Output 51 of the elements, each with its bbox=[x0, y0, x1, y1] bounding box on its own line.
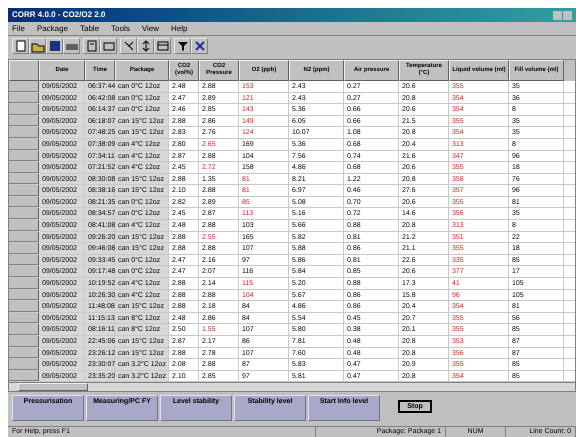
row-header[interactable] bbox=[9, 324, 39, 336]
row-header[interactable] bbox=[9, 232, 39, 242]
row-header[interactable] bbox=[9, 243, 39, 254]
cut-icon-button[interactable] bbox=[120, 38, 137, 54]
row-header[interactable] bbox=[9, 92, 39, 104]
row-header[interactable] bbox=[9, 290, 39, 300]
printer-icon-button[interactable] bbox=[63, 38, 80, 54]
row-header[interactable] bbox=[9, 220, 39, 231]
corner-header bbox=[9, 60, 39, 81]
cross-icon bbox=[192, 39, 206, 53]
menu-item[interactable]: Table bbox=[80, 24, 100, 32]
row-header[interactable] bbox=[9, 359, 39, 370]
row-header[interactable] bbox=[9, 301, 39, 312]
row-header[interactable] bbox=[9, 127, 39, 138]
table-icon-button[interactable] bbox=[154, 38, 171, 54]
page-icon bbox=[14, 39, 28, 53]
filter-icon bbox=[176, 39, 190, 53]
menu-item[interactable]: Tools bbox=[111, 24, 130, 32]
filter-icon-button[interactable] bbox=[174, 38, 191, 54]
row-header[interactable] bbox=[9, 150, 39, 162]
table-icon bbox=[156, 39, 170, 53]
row-header[interactable] bbox=[9, 162, 39, 173]
folder-icon-button[interactable] bbox=[29, 38, 46, 54]
save-icon-button[interactable] bbox=[46, 38, 63, 54]
row-header[interactable] bbox=[9, 254, 39, 266]
menu-item[interactable]: File bbox=[12, 24, 25, 32]
row-header[interactable] bbox=[9, 104, 39, 115]
row-header[interactable] bbox=[9, 348, 39, 358]
row-header[interactable] bbox=[9, 116, 39, 126]
row-header[interactable] bbox=[9, 266, 39, 278]
row-header[interactable] bbox=[9, 138, 39, 150]
menu-item[interactable]: Package bbox=[36, 24, 68, 32]
row-header[interactable] bbox=[9, 278, 39, 289]
row-header[interactable] bbox=[9, 196, 39, 208]
document-icon-button[interactable] bbox=[83, 38, 100, 54]
row-header[interactable] bbox=[9, 208, 39, 220]
window-icon-button[interactable] bbox=[100, 38, 117, 54]
scroll-thumb[interactable] bbox=[18, 383, 88, 391]
row-header[interactable] bbox=[9, 80, 39, 92]
menu-item[interactable]: View bbox=[142, 24, 160, 32]
row-header[interactable] bbox=[9, 336, 39, 347]
window-title: CORR 4.0.0 - CO2/O2 2.0 bbox=[12, 11, 106, 19]
sort-icon-button[interactable] bbox=[137, 38, 154, 54]
page-icon-button[interactable] bbox=[12, 38, 29, 54]
row-header[interactable] bbox=[9, 312, 39, 324]
row-header[interactable] bbox=[9, 370, 39, 382]
save-icon bbox=[48, 39, 62, 53]
cross-icon-button[interactable] bbox=[191, 38, 208, 54]
row-header[interactable] bbox=[9, 174, 39, 184]
row-header[interactable] bbox=[9, 185, 39, 196]
menu-item[interactable]: Help bbox=[171, 24, 188, 32]
